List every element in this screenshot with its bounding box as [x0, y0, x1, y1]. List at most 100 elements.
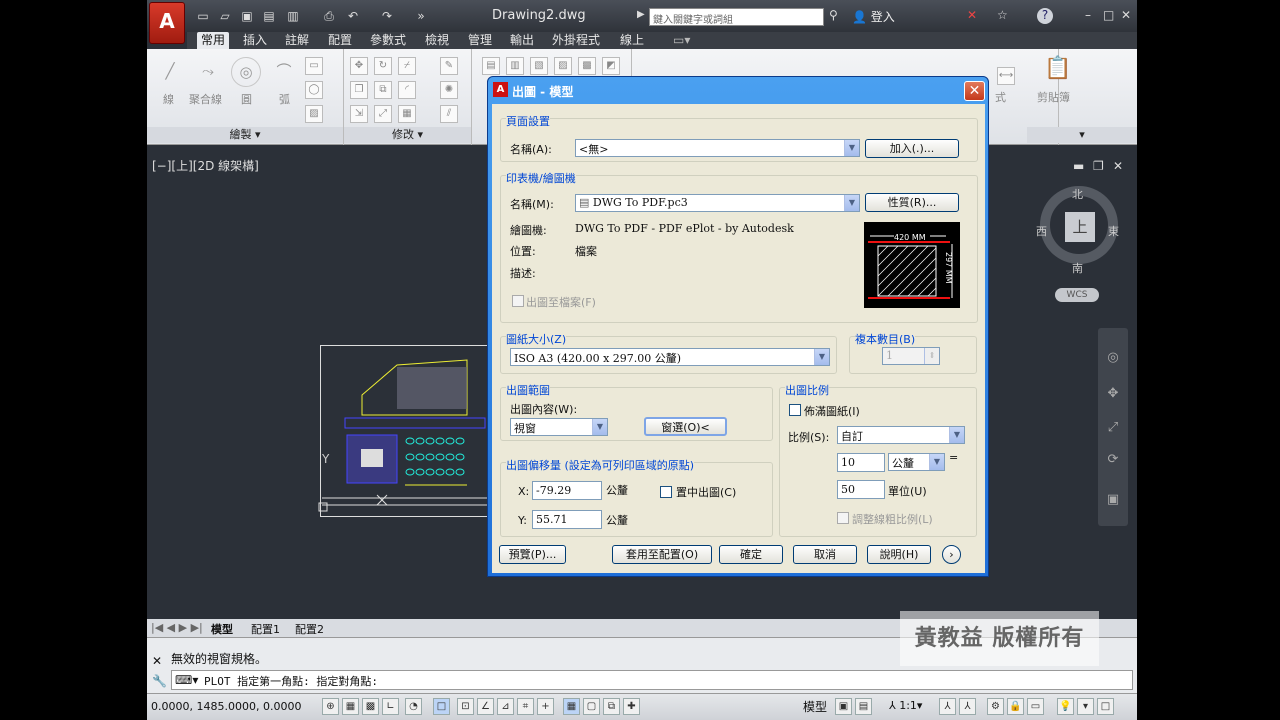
- sc-icon[interactable]: ⧉: [603, 698, 620, 715]
- tab-insert[interactable]: 插入: [243, 32, 267, 49]
- application-menu-button[interactable]: A: [149, 2, 185, 44]
- wcs-menu[interactable]: WCS: [1055, 288, 1099, 302]
- chevron-down-icon[interactable]: ▼: [592, 419, 607, 435]
- unit-select[interactable]: 公釐 ▼: [888, 453, 945, 471]
- mirror-icon[interactable]: ⧉: [374, 81, 392, 99]
- plot-what-select[interactable]: 視窗 ▼: [510, 418, 608, 436]
- help-icon[interactable]: ?: [1037, 8, 1053, 24]
- redo-icon[interactable]: ↷: [379, 8, 395, 24]
- offset-x-input[interactable]: -79.29: [532, 481, 602, 500]
- printer-name-select[interactable]: ▤ DWG To PDF.pc3 ▼: [575, 194, 860, 212]
- page-setup-name-select[interactable]: <無> ▼: [575, 139, 860, 157]
- showmotion-icon[interactable]: ▣: [1105, 492, 1121, 508]
- window-select-button[interactable]: 窗選(O)<: [644, 417, 727, 436]
- workspace-icon[interactable]: ⚙: [987, 698, 1004, 715]
- spinner-icon[interactable]: ⇕: [924, 348, 939, 364]
- tab-layout2[interactable]: 配置2: [295, 621, 324, 637]
- qp-icon[interactable]: ▢: [583, 698, 600, 715]
- layer-off-icon[interactable]: ▩: [578, 57, 596, 75]
- modify-group-label[interactable]: 修改 ▾: [344, 127, 471, 143]
- hardware-icon[interactable]: ▭: [1027, 698, 1044, 715]
- export-icon[interactable]: ▥: [285, 8, 301, 24]
- viewport-restore-icon[interactable]: ❐: [1093, 159, 1104, 173]
- dyn-icon[interactable]: ⌗: [517, 698, 534, 715]
- quick-view-layouts-icon[interactable]: ▣: [835, 698, 852, 715]
- layer-icon[interactable]: ▤: [482, 57, 500, 75]
- viewport-minimize-icon[interactable]: ▬: [1073, 159, 1084, 173]
- scale-icon[interactable]: ⤢: [374, 105, 392, 123]
- layer-freeze-icon[interactable]: ◩: [602, 57, 620, 75]
- clipboard-group-label[interactable]: ▾: [1027, 127, 1137, 143]
- steering-wheel-icon[interactable]: ◎: [1105, 350, 1121, 366]
- add-page-setup-button[interactable]: 加入(.)...: [865, 139, 959, 158]
- ducs-icon[interactable]: ⊿: [497, 698, 514, 715]
- command-input[interactable]: PLOT 指定第一角點: 指定對角點:: [171, 670, 1133, 690]
- stretch-icon[interactable]: ⇲: [350, 105, 368, 123]
- quick-view-drawings-icon[interactable]: ▤: [855, 698, 872, 715]
- layer-prop-icon[interactable]: ▧: [530, 57, 548, 75]
- ribbon-options-icon[interactable]: ▭▾: [673, 32, 690, 49]
- transparency-icon[interactable]: ▦: [563, 698, 580, 715]
- explode-icon[interactable]: ✺: [440, 81, 458, 99]
- lineweight-icon[interactable]: +: [537, 698, 554, 715]
- restore-icon[interactable]: □: [1103, 8, 1114, 22]
- save-as-icon[interactable]: ▤: [261, 8, 277, 24]
- hatch-icon[interactable]: ▨: [305, 105, 323, 123]
- orbit-icon[interactable]: ⟳: [1105, 452, 1121, 468]
- chevron-down-icon[interactable]: ▼: [844, 140, 859, 156]
- tab-view[interactable]: 檢視: [425, 32, 449, 49]
- open-icon[interactable]: ▱: [217, 8, 233, 24]
- scale-lineweights-checkbox[interactable]: [837, 512, 849, 524]
- ortho-icon[interactable]: ∟: [382, 698, 399, 715]
- more-icon[interactable]: »: [413, 8, 429, 24]
- binoculars-icon[interactable]: ⚲: [829, 8, 838, 22]
- tab-home[interactable]: 常用: [197, 32, 230, 49]
- annotation-scale[interactable]: ⅄ 1:1▾: [889, 699, 922, 712]
- clean-screen-icon[interactable]: □: [1097, 698, 1114, 715]
- compass-east[interactable]: 東: [1108, 223, 1119, 239]
- tab-online[interactable]: 線上: [620, 32, 644, 49]
- tab-annotate[interactable]: 註解: [285, 32, 309, 49]
- copy-icon[interactable]: ❐: [350, 81, 368, 99]
- units-input[interactable]: 50: [837, 480, 885, 499]
- minimize-icon[interactable]: –: [1085, 8, 1091, 22]
- tab-layout1[interactable]: 配置1: [251, 621, 280, 637]
- compass-north[interactable]: 北: [1072, 186, 1083, 202]
- printer-properties-button[interactable]: 性質(R)...: [865, 193, 959, 212]
- circle-icon[interactable]: ◎: [231, 57, 261, 87]
- tab-output[interactable]: 輸出: [510, 32, 534, 49]
- compass-south[interactable]: 南: [1072, 260, 1083, 276]
- layer-iso-icon[interactable]: ▨: [554, 57, 572, 75]
- offset-y-input[interactable]: 55.71: [532, 510, 602, 529]
- move-icon[interactable]: ✥: [350, 57, 368, 75]
- statusbar-menu-icon[interactable]: ▾: [1077, 698, 1094, 715]
- array-icon[interactable]: ▦: [398, 105, 416, 123]
- line-icon[interactable]: ╱: [155, 57, 185, 87]
- 3dosnap-icon[interactable]: ⊡: [457, 698, 474, 715]
- rectangle-icon[interactable]: ▭: [305, 57, 323, 75]
- preview-button[interactable]: 預覽(P)...: [499, 545, 566, 564]
- dialog-close-button[interactable]: ✕: [964, 81, 985, 101]
- tab-layout[interactable]: 配置: [328, 32, 352, 49]
- help-button[interactable]: 說明(H): [867, 545, 931, 564]
- polyline-icon[interactable]: ⤳: [193, 57, 223, 87]
- mm-input[interactable]: 10: [837, 453, 885, 472]
- command-prompt-icon[interactable]: ⌨▾: [175, 673, 198, 687]
- draw-group-label[interactable]: 繪製 ▾: [147, 127, 343, 143]
- erase-icon[interactable]: ✎: [440, 57, 458, 75]
- scale-select[interactable]: 自訂 ▼: [837, 426, 965, 444]
- layer-state-icon[interactable]: ▥: [506, 57, 524, 75]
- copies-spinner[interactable]: 1 ⇕: [882, 347, 940, 365]
- viewport-close-icon[interactable]: ✕: [1113, 159, 1123, 173]
- infer-icon[interactable]: ⊕: [322, 698, 339, 715]
- model-space-button[interactable]: 模型: [803, 698, 827, 715]
- snap-icon[interactable]: ▦: [342, 698, 359, 715]
- close-icon[interactable]: ✕: [1121, 8, 1131, 22]
- apply-to-layout-button[interactable]: 套用至配置(O): [612, 545, 712, 564]
- layout-scroll-icons[interactable]: |◀ ◀ ▶ ▶|: [151, 621, 203, 634]
- cancel-button[interactable]: 取消: [793, 545, 857, 564]
- offset-icon[interactable]: ⫽: [440, 105, 458, 123]
- grid-icon[interactable]: ▩: [362, 698, 379, 715]
- coordinate-readout[interactable]: 0.0000, 1485.0000, 0.0000: [151, 700, 301, 713]
- search-input[interactable]: 鍵入關鍵字或詞組: [649, 8, 824, 26]
